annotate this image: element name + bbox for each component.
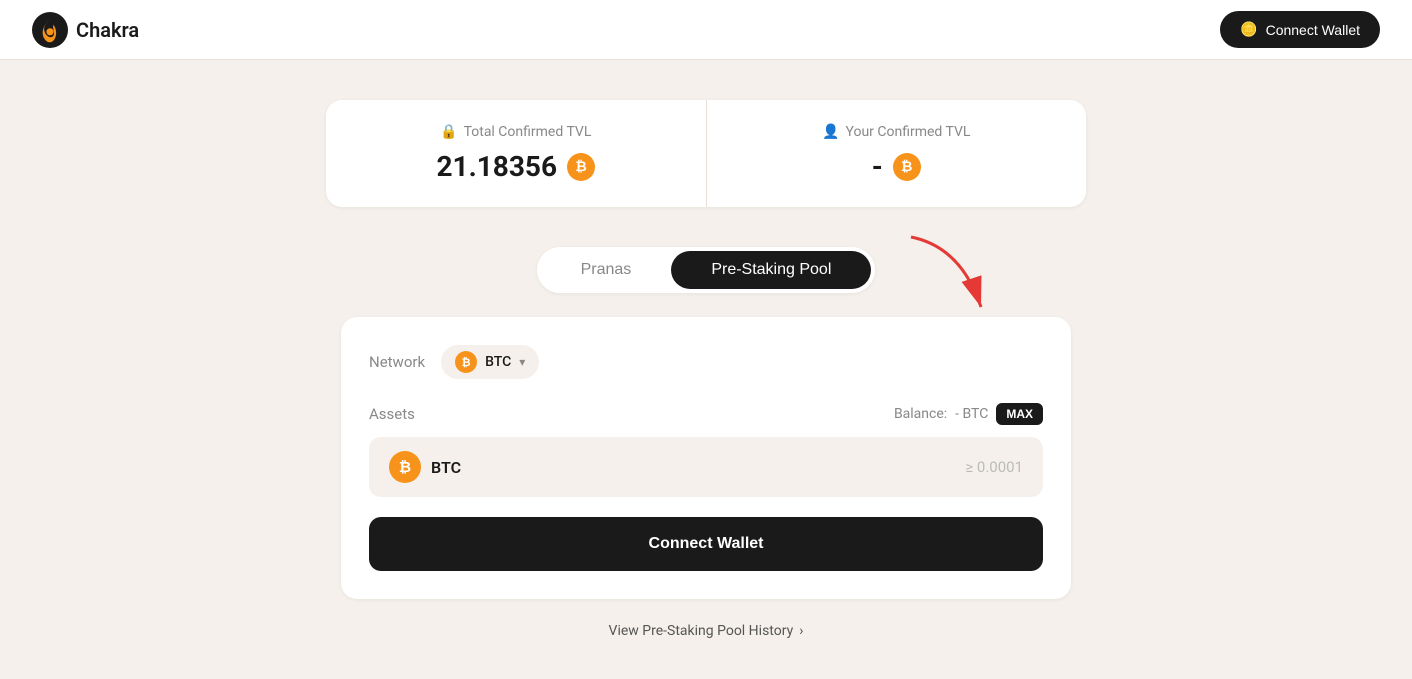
btc-info: ₿ BTC [389, 451, 461, 483]
your-tvl-value: - ₿ [872, 150, 921, 183]
your-tvl-label: 👤 Your Confirmed TVL [822, 124, 970, 140]
balance-value: - BTC [955, 406, 988, 422]
balance-row: Balance: - BTC MAX [894, 403, 1043, 425]
pool-card-wrapper: Network ₿ BTC ▾ Assets Balance: - BTC MA… [341, 317, 1071, 599]
assets-label: Assets [369, 405, 415, 423]
your-btc-badge: ₿ [893, 153, 921, 181]
max-button[interactable]: MAX [996, 403, 1043, 425]
arrow-annotation [881, 227, 1011, 327]
network-btc-icon: ₿ [455, 351, 477, 373]
main-content: 🔒 Total Confirmed TVL 21.18356 ₿ 👤 Your … [0, 60, 1412, 679]
btc-icon-medium: ₿ [389, 451, 421, 483]
tvl-card: 🔒 Total Confirmed TVL 21.18356 ₿ 👤 Your … [326, 100, 1086, 207]
your-tvl-section: 👤 Your Confirmed TVL - ₿ [707, 100, 1087, 207]
header-connect-wallet-button[interactable]: 🪙 Connect Wallet [1220, 11, 1380, 48]
wallet-icon-header: 🪙 [1240, 21, 1257, 38]
total-tvl-value: 21.18356 ₿ [436, 150, 595, 183]
tabs-container: Pranas Pre-Staking Pool [537, 247, 876, 293]
header-connect-wallet-label: Connect Wallet [1266, 22, 1360, 38]
balance-label: Balance: [894, 406, 947, 422]
history-link[interactable]: View Pre-Staking Pool History › [609, 623, 804, 639]
chakra-logo-icon [32, 12, 68, 48]
history-chevron-icon: › [799, 623, 803, 639]
total-btc-badge: ₿ [567, 153, 595, 181]
header: Chakra 🪙 Connect Wallet [0, 0, 1412, 60]
tab-pranas[interactable]: Pranas [541, 251, 672, 289]
logo-text: Chakra [76, 18, 139, 42]
network-value: BTC [485, 354, 511, 370]
connect-wallet-main-button[interactable]: Connect Wallet [369, 517, 1043, 571]
total-tvl-label: 🔒 Total Confirmed TVL [440, 124, 591, 140]
assets-row: Assets Balance: - BTC MAX [369, 403, 1043, 425]
user-icon: 👤 [822, 124, 839, 140]
chevron-down-icon: ▾ [519, 355, 525, 369]
network-selector[interactable]: ₿ BTC ▾ [441, 345, 539, 379]
network-label: Network [369, 353, 425, 371]
tab-pre-staking-pool[interactable]: Pre-Staking Pool [671, 251, 871, 289]
total-tvl-section: 🔒 Total Confirmed TVL 21.18356 ₿ [326, 100, 707, 207]
network-row: Network ₿ BTC ▾ [369, 345, 1043, 379]
lock-icon: 🔒 [440, 124, 457, 140]
btc-name: BTC [431, 458, 461, 477]
btc-input-row: ₿ BTC ≥ 0.0001 [369, 437, 1043, 497]
btc-min-value: ≥ 0.0001 [965, 458, 1023, 476]
logo: Chakra [32, 12, 139, 48]
history-link-label: View Pre-Staking Pool History [609, 623, 794, 639]
pool-card: Network ₿ BTC ▾ Assets Balance: - BTC MA… [341, 317, 1071, 599]
